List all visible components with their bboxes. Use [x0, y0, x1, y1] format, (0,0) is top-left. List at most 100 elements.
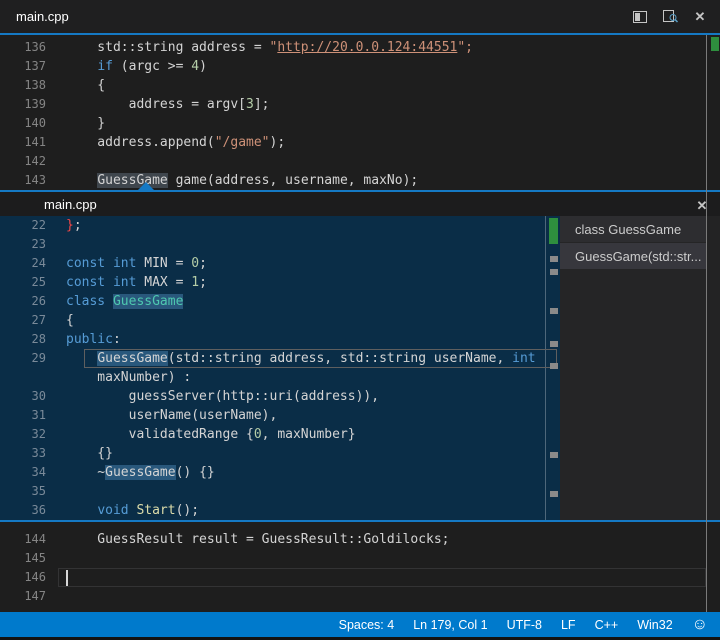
reference-item-class-guessgame[interactable]: class GuessGame: [560, 216, 706, 242]
code-line-26[interactable]: 26class GuessGame: [0, 292, 560, 311]
line-number[interactable]: 136: [0, 38, 46, 57]
line-number[interactable]: 146: [0, 568, 46, 587]
code-line-32[interactable]: 32 validatedRange {0, maxNumber}: [0, 425, 560, 444]
code-line-23[interactable]: 23: [0, 235, 560, 254]
line-number[interactable]: 147: [0, 587, 46, 606]
code-line-138[interactable]: 138 {: [0, 76, 706, 95]
line-number[interactable]: 30: [0, 387, 46, 406]
line-number[interactable]: 36: [0, 501, 46, 520]
code-line-27[interactable]: 27{: [0, 311, 560, 330]
line-number[interactable]: 35: [0, 482, 46, 501]
line-number[interactable]: 141: [0, 133, 46, 152]
line-number[interactable]: 29: [0, 349, 46, 368]
code-text[interactable]: [46, 482, 560, 501]
code-text[interactable]: void Start();: [46, 501, 560, 520]
code-line-139[interactable]: 139 address = argv[3];: [0, 95, 706, 114]
status-item[interactable]: C++: [595, 618, 619, 632]
status-item[interactable]: Spaces: 4: [339, 618, 395, 632]
reference-item-guessgame-ctor[interactable]: GuessGame(std::str...: [560, 243, 706, 269]
code-text[interactable]: [46, 549, 706, 568]
status-item[interactable]: UTF-8: [507, 618, 542, 632]
code-line-146[interactable]: 146: [0, 568, 706, 587]
line-number[interactable]: 33: [0, 444, 46, 463]
line-number[interactable]: 22: [0, 216, 46, 235]
code-text[interactable]: if (argc >= 4): [46, 57, 706, 76]
status-item[interactable]: Ln 179, Col 1: [413, 618, 487, 632]
code-text[interactable]: class GuessGame: [46, 292, 560, 311]
code-text[interactable]: }: [46, 114, 706, 133]
code-text[interactable]: GuessGame(std::string address, std::stri…: [46, 349, 560, 368]
code-text[interactable]: {}: [46, 444, 560, 463]
code-line-29[interactable]: 29 GuessGame(std::string address, std::s…: [0, 349, 560, 368]
peek-results-scrollbar-strip[interactable]: [706, 216, 720, 520]
code-text[interactable]: const int MIN = 0;: [46, 254, 560, 273]
split-editor-icon[interactable]: [630, 7, 650, 27]
line-number[interactable]: 25: [0, 273, 46, 292]
code-line-136[interactable]: 136 std::string address = "http://20.0.0…: [0, 38, 706, 57]
line-number[interactable]: 138: [0, 76, 46, 95]
line-number[interactable]: 31: [0, 406, 46, 425]
code-text[interactable]: public:: [46, 330, 560, 349]
code-line-30[interactable]: 30 guessServer(http::uri(address)),: [0, 387, 560, 406]
code-line-137[interactable]: 137 if (argc >= 4): [0, 57, 706, 76]
overview-ruler-divider[interactable]: [706, 35, 707, 612]
line-number[interactable]: 23: [0, 235, 46, 254]
editor-bottom[interactable]: 144 GuessResult result = GuessResult::Go…: [0, 522, 706, 606]
code-line-145[interactable]: 145: [0, 549, 706, 568]
line-number[interactable]: [0, 368, 46, 387]
code-line-22[interactable]: 22};: [0, 216, 560, 235]
code-line-141[interactable]: 141 address.append("/game");: [0, 133, 706, 152]
line-number[interactable]: 34: [0, 463, 46, 482]
code-text[interactable]: validatedRange {0, maxNumber}: [46, 425, 560, 444]
code-line-34[interactable]: 34 ~GuessGame() {}: [0, 463, 560, 482]
code-text[interactable]: address = argv[3];: [46, 95, 706, 114]
line-number[interactable]: 26: [0, 292, 46, 311]
peek-editor[interactable]: 22};2324const int MIN = 0;25const int MA…: [0, 216, 560, 520]
status-item[interactable]: Win32: [637, 618, 672, 632]
code-line-24[interactable]: 24const int MIN = 0;: [0, 254, 560, 273]
code-line-35[interactable]: 35: [0, 482, 560, 501]
code-text[interactable]: [46, 568, 706, 587]
code-line-wrap[interactable]: maxNumber) :: [0, 368, 560, 387]
code-line-36[interactable]: 36 void Start();: [0, 501, 560, 520]
code-text[interactable]: [46, 587, 706, 606]
code-text[interactable]: address.append("/game");: [46, 133, 706, 152]
code-text[interactable]: [46, 235, 560, 254]
code-line-33[interactable]: 33 {}: [0, 444, 560, 463]
open-preview-icon[interactable]: [660, 7, 680, 27]
code-line-31[interactable]: 31 userName(userName),: [0, 406, 560, 425]
code-text[interactable]: userName(userName),: [46, 406, 560, 425]
line-number[interactable]: 137: [0, 57, 46, 76]
code-line-143[interactable]: 143 GuessGame game(address, username, ma…: [0, 171, 706, 190]
feedback-smiley-icon[interactable]: ☺: [692, 617, 708, 633]
line-number[interactable]: 139: [0, 95, 46, 114]
code-text[interactable]: };: [46, 216, 560, 235]
line-number[interactable]: 140: [0, 114, 46, 133]
tab-main-cpp[interactable]: main.cpp: [0, 0, 85, 33]
line-number[interactable]: 142: [0, 152, 46, 171]
editor-top[interactable]: 136 std::string address = "http://20.0.0…: [0, 35, 706, 190]
code-text[interactable]: {: [46, 76, 706, 95]
line-number[interactable]: 24: [0, 254, 46, 273]
line-number[interactable]: 32: [0, 425, 46, 444]
status-item[interactable]: LF: [561, 618, 576, 632]
code-text[interactable]: maxNumber) :: [46, 368, 560, 387]
close-editor-icon[interactable]: ✕: [690, 7, 710, 27]
line-number[interactable]: 144: [0, 530, 46, 549]
code-line-147[interactable]: 147: [0, 587, 706, 606]
code-line-28[interactable]: 28public:: [0, 330, 560, 349]
line-number[interactable]: 28: [0, 330, 46, 349]
line-number[interactable]: 143: [0, 171, 46, 190]
code-text[interactable]: std::string address = "http://20.0.0.124…: [46, 38, 706, 57]
code-line-142[interactable]: 142: [0, 152, 706, 171]
code-text[interactable]: ~GuessGame() {}: [46, 463, 560, 482]
line-number[interactable]: 145: [0, 549, 46, 568]
code-text[interactable]: guessServer(http::uri(address)),: [46, 387, 560, 406]
code-line-25[interactable]: 25const int MAX = 1;: [0, 273, 560, 292]
peek-close-icon[interactable]: ✕: [692, 194, 712, 218]
code-text[interactable]: const int MAX = 1;: [46, 273, 560, 292]
code-text[interactable]: GuessResult result = GuessResult::Goldil…: [46, 530, 706, 549]
code-line-140[interactable]: 140 }: [0, 114, 706, 133]
code-text[interactable]: {: [46, 311, 560, 330]
code-text[interactable]: [46, 152, 706, 171]
